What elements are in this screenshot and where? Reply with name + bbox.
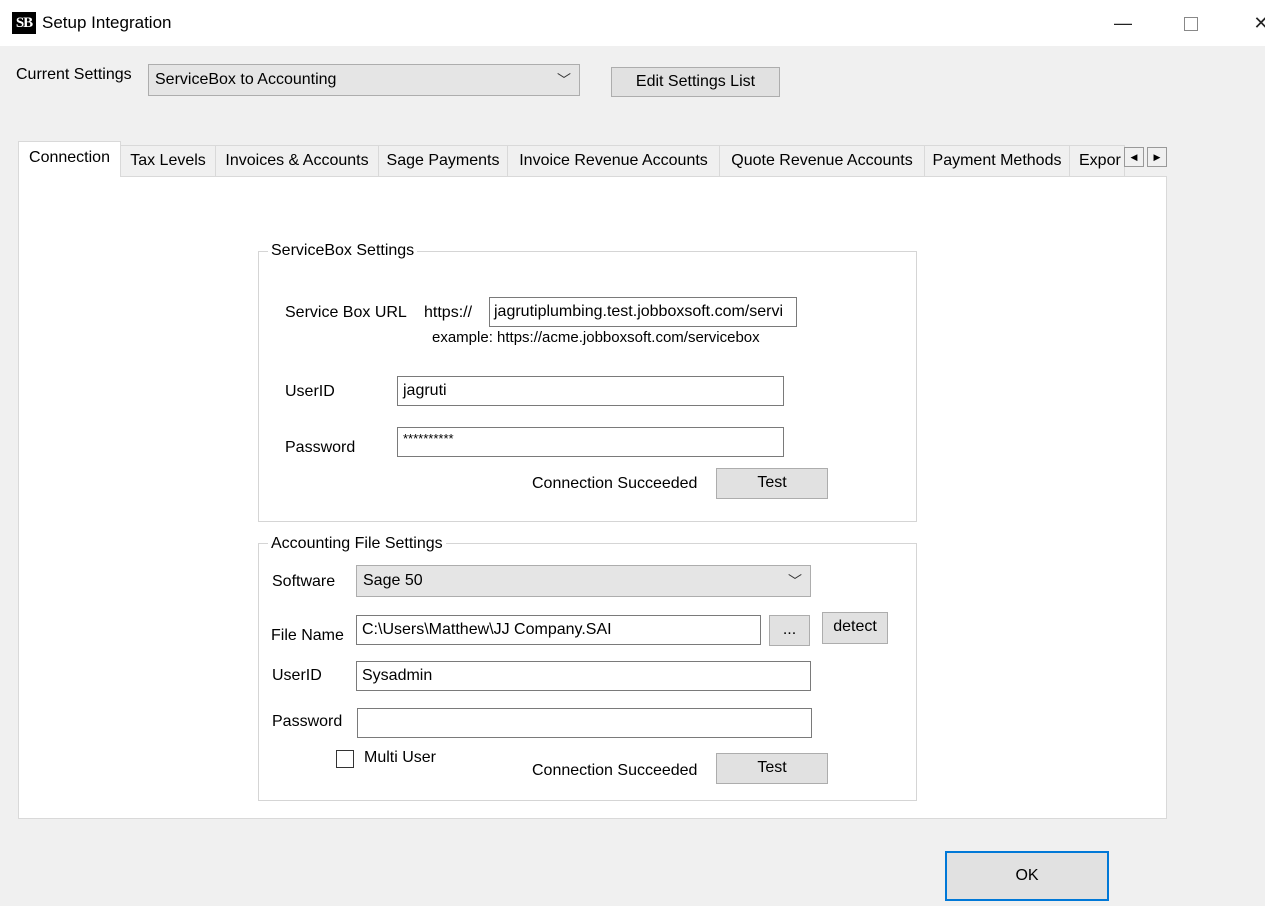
multi-user-label: Multi User <box>364 749 437 766</box>
current-settings-value: ServiceBox to Accounting <box>155 71 337 88</box>
edit-settings-list-button[interactable]: Edit Settings List <box>611 67 780 97</box>
software-dropdown[interactable]: Sage 50 ﹀ <box>356 565 811 597</box>
tab-export[interactable]: Expor <box>1069 145 1125 176</box>
current-settings-dropdown[interactable]: ServiceBox to Accounting ﹀ <box>148 64 580 96</box>
servicebox-password-label: Password <box>285 439 356 456</box>
accounting-password-input[interactable] <box>357 708 812 738</box>
chevron-down-icon: ﹀ <box>788 573 802 589</box>
maximize-icon <box>1184 17 1198 32</box>
window-title: Setup Integration <box>42 13 172 32</box>
servicebox-userid-input[interactable]: jagruti <box>397 376 784 406</box>
maximize-button[interactable] <box>1168 0 1214 46</box>
current-settings-label: Current Settings <box>16 66 132 83</box>
ok-button[interactable]: OK <box>945 851 1109 901</box>
servicebox-connection-status: Connection Succeeded <box>532 475 698 492</box>
close-button[interactable]: ✕ <box>1238 0 1265 46</box>
tab-tax-levels[interactable]: Tax Levels <box>120 145 216 176</box>
software-value: Sage 50 <box>363 572 423 589</box>
tab-scroll-right-button[interactable]: ▶ <box>1147 147 1167 167</box>
accounting-connection-status: Connection Succeeded <box>532 762 698 779</box>
servicebox-userid-label: UserID <box>285 383 335 400</box>
service-box-url-label: Service Box URL <box>285 304 407 321</box>
url-example-text: example: https://acme.jobboxsoft.com/ser… <box>432 329 760 346</box>
tab-scroll-left-button[interactable]: ◀ <box>1124 147 1144 167</box>
browse-file-button[interactable]: ... <box>769 615 810 646</box>
url-prefix-label: https:// <box>424 304 473 321</box>
servicebox-settings-legend: ServiceBox Settings <box>268 242 418 260</box>
accounting-userid-label: UserID <box>272 667 322 684</box>
accounting-test-button[interactable]: Test <box>716 753 828 784</box>
multi-user-checkbox[interactable] <box>336 750 354 768</box>
servicebox-password-input[interactable]: ********** <box>397 427 784 457</box>
title-bar <box>0 0 1265 46</box>
file-name-label: File Name <box>271 627 344 644</box>
servicebox-test-button[interactable]: Test <box>716 468 828 499</box>
tab-connection[interactable]: Connection <box>18 141 121 177</box>
accounting-userid-input[interactable]: Sysadmin <box>356 661 811 691</box>
service-box-url-input[interactable]: jagrutiplumbing.test.jobboxsoft.com/serv… <box>489 297 797 327</box>
accounting-file-settings-legend: Accounting File Settings <box>268 535 446 553</box>
tab-payment-methods[interactable]: Payment Methods <box>924 145 1070 176</box>
accounting-password-label: Password <box>272 713 343 730</box>
tab-quote-revenue-accounts[interactable]: Quote Revenue Accounts <box>719 145 925 176</box>
chevron-down-icon: ﹀ <box>557 72 571 88</box>
tab-invoices-accounts[interactable]: Invoices & Accounts <box>215 145 379 176</box>
tab-sage-payments[interactable]: Sage Payments <box>378 145 508 176</box>
detect-button[interactable]: detect <box>822 612 888 644</box>
software-label: Software <box>272 573 336 590</box>
tab-invoice-revenue-accounts[interactable]: Invoice Revenue Accounts <box>507 145 720 176</box>
file-name-input[interactable]: C:\Users\Matthew\JJ Company.SAI <box>356 615 761 645</box>
minimize-button[interactable]: — <box>1100 0 1146 46</box>
app-logo-icon: SB <box>12 12 36 34</box>
